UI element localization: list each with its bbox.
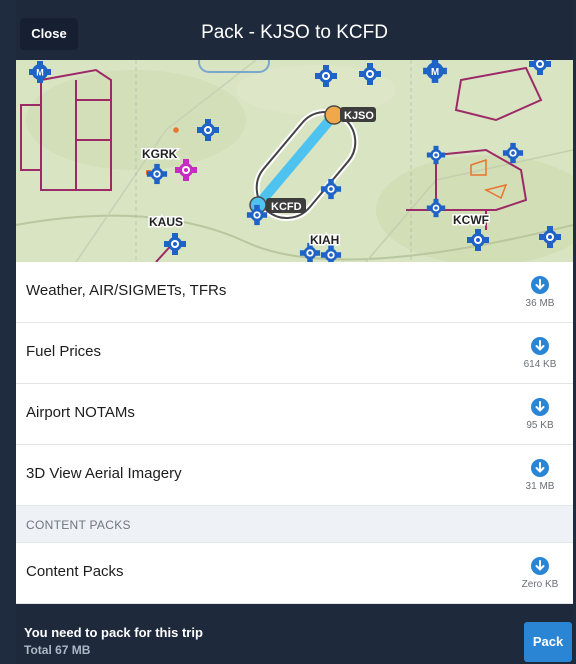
download-size: 95 KB (526, 420, 554, 431)
pack-footer: You need to pack for this trip Total 67 … (16, 604, 573, 664)
airport-label-kaus: KAUS (149, 215, 183, 229)
pack-modal: Close Pack - KJSO to KCFD KJSO KCFD KGRK… (16, 0, 573, 664)
airport-label-kjso: KJSO (344, 110, 374, 122)
airport-label-kgrk: KGRK (142, 147, 178, 161)
sectional-chart: KJSO KCFD KGRK KAUS KIAH KCWF (16, 60, 573, 262)
download-size: Zero KB (521, 579, 559, 590)
download-list: Weather, AIR/SIGMETs, TFRs 36 MB Fuel Pr… (16, 262, 573, 604)
pack-total-size: Total 67 MB (24, 643, 91, 657)
download-icon (531, 337, 549, 355)
download-control[interactable]: 95 KB (515, 398, 565, 431)
airport-label-kcfd: KCFD (271, 201, 302, 213)
modal-title: Pack - KJSO to KCFD (201, 22, 388, 43)
download-size: 36 MB (525, 298, 555, 309)
row-label: 3D View Aerial Imagery (26, 465, 182, 482)
download-icon (531, 276, 549, 294)
pack-button[interactable]: Pack (524, 622, 572, 662)
download-size: 31 MB (525, 481, 555, 492)
airport-label-kcwf: KCWF (453, 213, 489, 227)
airport-label-kiah: KIAH (310, 233, 339, 247)
row-label: Airport NOTAMs (26, 404, 135, 421)
list-item-content-packs[interactable]: Content Packs Zero KB (16, 543, 573, 604)
list-item-fuel-prices[interactable]: Fuel Prices 614 KB (16, 323, 573, 384)
download-control[interactable]: 31 MB (515, 459, 565, 492)
download-icon (531, 398, 549, 416)
section-title: CONTENT PACKS (26, 518, 131, 532)
route-map[interactable]: KJSO KCFD KGRK KAUS KIAH KCWF (16, 60, 573, 262)
list-item-airport-notams[interactable]: Airport NOTAMs 95 KB (16, 384, 573, 445)
download-control[interactable]: 36 MB (515, 276, 565, 309)
download-icon (531, 459, 549, 477)
row-label: Weather, AIR/SIGMETs, TFRs (26, 282, 227, 299)
download-control[interactable]: Zero KB (515, 557, 565, 590)
pack-status-message: You need to pack for this trip (24, 625, 203, 640)
download-control[interactable]: 614 KB (515, 337, 565, 370)
download-icon (531, 557, 549, 575)
list-item-3d-imagery[interactable]: 3D View Aerial Imagery 31 MB (16, 445, 573, 506)
section-header-content-packs: CONTENT PACKS (16, 506, 573, 543)
list-item-weather[interactable]: Weather, AIR/SIGMETs, TFRs 36 MB (16, 262, 573, 323)
download-size: 614 KB (523, 359, 557, 370)
modal-header: Close Pack - KJSO to KCFD (16, 0, 573, 60)
row-label: Fuel Prices (26, 343, 102, 360)
row-label: Content Packs (26, 563, 124, 580)
